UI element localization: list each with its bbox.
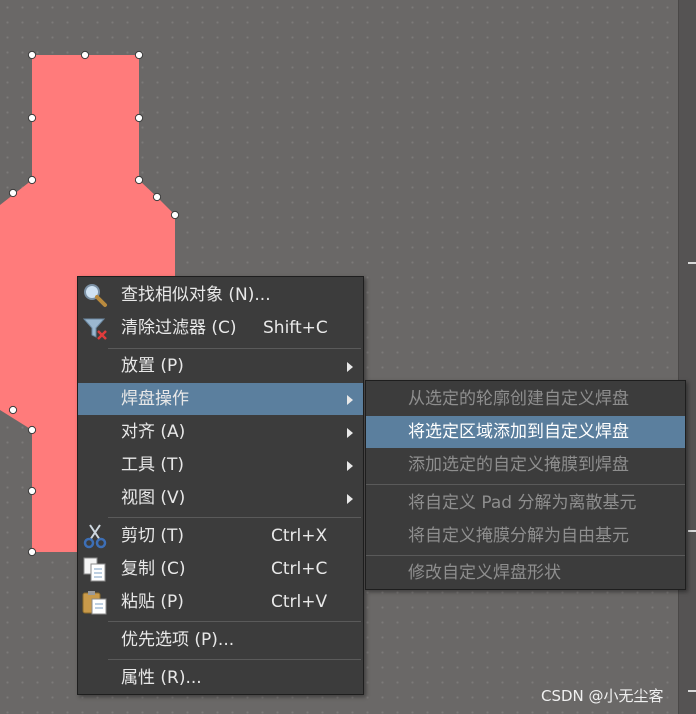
scissors-icon [83, 524, 107, 549]
selection-handle[interactable] [134, 113, 144, 123]
submenu-item-add-mask-to-pad[interactable]: 添加选定的自定义掩膜到焊盘 [366, 449, 685, 481]
menu-separator [108, 659, 361, 660]
selection-handle[interactable] [27, 547, 37, 557]
submenu-item-modify-pad-shape[interactable]: 修改自定义焊盘形状 [366, 557, 685, 589]
submenu-item-explode-mask[interactable]: 将自定义掩膜分解为自由基元 [366, 520, 685, 552]
menu-item-tools[interactable]: 工具 (T) [78, 449, 363, 481]
submenu-arrow-icon [347, 494, 353, 504]
panel-marker [688, 690, 696, 692]
menu-item-preferences[interactable]: 优先选项 (P)... [78, 624, 363, 656]
panel-marker [688, 530, 696, 532]
selection-handle[interactable] [134, 50, 144, 60]
context-menu: 查找相似对象 (N)... 清除过滤器 (C) Shift+C 放置 (P) 焊… [77, 276, 364, 695]
menu-item-find-similar[interactable]: 查找相似对象 (N)... [78, 279, 363, 311]
menu-item-clear-filter[interactable]: 清除过滤器 (C) Shift+C [78, 312, 363, 344]
paste-icon [82, 591, 107, 615]
submenu-separator [366, 555, 685, 556]
menu-item-align[interactable]: 对齐 (A) [78, 416, 363, 448]
copy-icon [83, 557, 106, 582]
selection-handle[interactable] [8, 188, 18, 198]
selection-handle[interactable] [27, 113, 37, 123]
menu-item-paste[interactable]: 粘贴 (P) Ctrl+V [78, 586, 363, 618]
selection-handle[interactable] [80, 50, 90, 60]
menu-separator [108, 517, 361, 518]
submenu-arrow-icon [347, 461, 353, 471]
watermark: CSDN @小无尘客 [541, 687, 664, 705]
menu-item-properties[interactable]: 属性 (R)... [78, 662, 363, 694]
selection-handle[interactable] [8, 405, 18, 415]
submenu-item-explode-pad[interactable]: 将自定义 Pad 分解为离散基元 [366, 487, 685, 519]
magnifier-icon [84, 284, 107, 307]
menu-item-cut[interactable]: 剪切 (T) Ctrl+X [78, 520, 363, 552]
menu-separator [108, 348, 361, 349]
menu-item-place[interactable]: 放置 (P) [78, 350, 363, 382]
selection-handle[interactable] [27, 175, 37, 185]
submenu-separator [366, 484, 685, 485]
pad-actions-submenu: 从选定的轮廓创建自定义焊盘 将选定区域添加到自定义焊盘 添加选定的自定义掩膜到焊… [365, 380, 686, 590]
submenu-arrow-icon [347, 362, 353, 372]
menu-separator [108, 621, 361, 622]
selection-handle[interactable] [170, 210, 180, 220]
right-panel-edge [678, 0, 696, 714]
menu-item-copy[interactable]: 复制 (C) Ctrl+C [78, 553, 363, 585]
panel-marker [688, 262, 696, 264]
menu-item-pad-actions[interactable]: 焊盘操作 [78, 383, 363, 415]
selection-handle[interactable] [27, 425, 37, 435]
selection-handle[interactable] [152, 192, 162, 202]
menu-item-view[interactable]: 视图 (V) [78, 482, 363, 514]
submenu-item-create-from-outline[interactable]: 从选定的轮廓创建自定义焊盘 [366, 383, 685, 415]
selection-handle[interactable] [134, 175, 144, 185]
clear-filter-icon [82, 318, 107, 340]
selection-handle[interactable] [27, 486, 37, 496]
submenu-arrow-icon [347, 395, 353, 405]
submenu-item-add-region-to-pad[interactable]: 将选定区域添加到自定义焊盘 [366, 416, 685, 448]
submenu-arrow-icon [347, 428, 353, 438]
selection-handle[interactable] [27, 50, 37, 60]
